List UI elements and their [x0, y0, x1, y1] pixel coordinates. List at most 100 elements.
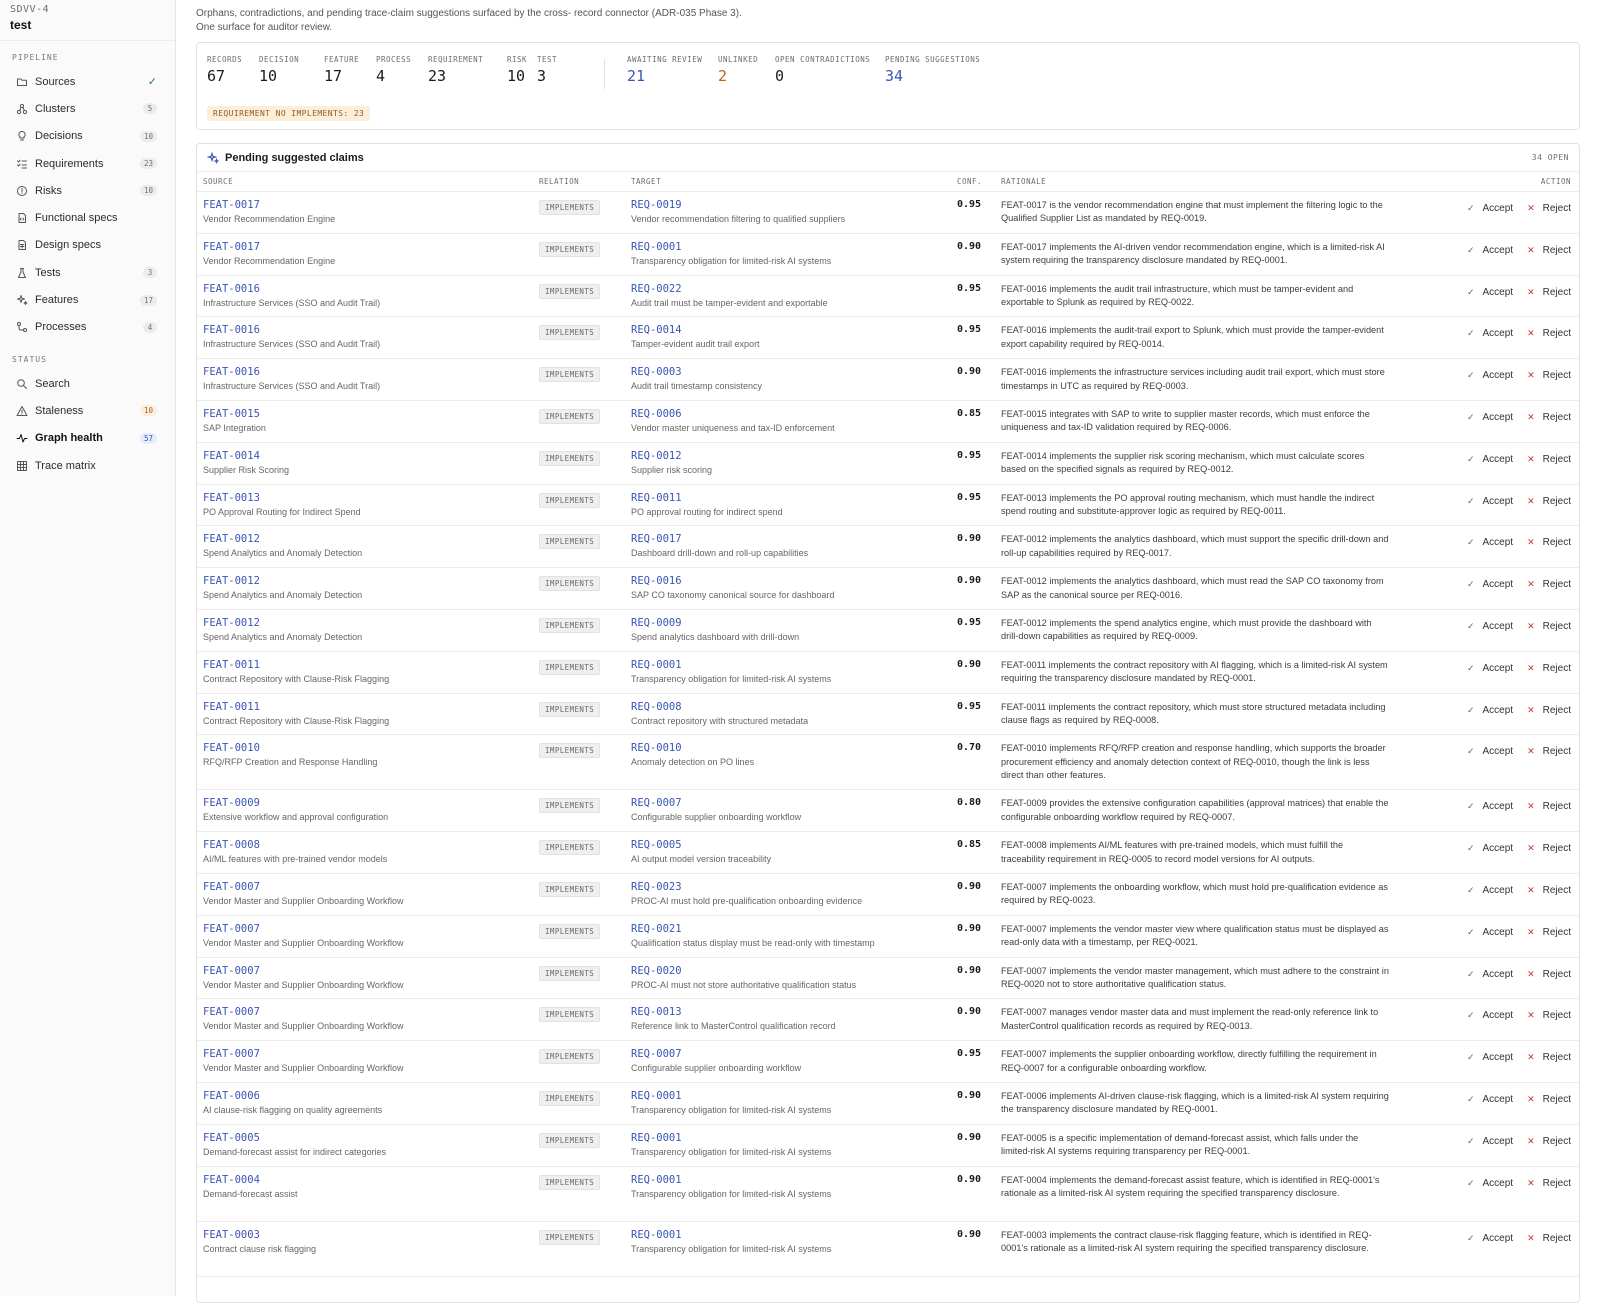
reject-button[interactable]: ✕ Reject: [1527, 537, 1571, 548]
target-link[interactable]: REQ-0001: [631, 241, 957, 253]
reject-button[interactable]: ✕ Reject: [1527, 1233, 1571, 1244]
reject-button[interactable]: ✕ Reject: [1527, 969, 1571, 980]
target-link[interactable]: REQ-0001: [631, 1132, 957, 1144]
target-link[interactable]: REQ-0017: [631, 533, 957, 545]
source-link[interactable]: FEAT-0012: [203, 533, 539, 545]
target-link[interactable]: REQ-0007: [631, 797, 957, 809]
source-link[interactable]: FEAT-0007: [203, 923, 539, 935]
target-link[interactable]: REQ-0023: [631, 881, 957, 893]
reject-button[interactable]: ✕ Reject: [1527, 203, 1571, 214]
reject-button[interactable]: ✕ Reject: [1527, 579, 1571, 590]
sidebar-item-processes[interactable]: Processes 4: [4, 314, 171, 341]
target-link[interactable]: REQ-0013: [631, 1006, 957, 1018]
sidebar-item-staleness[interactable]: Staleness 10: [4, 397, 171, 424]
accept-button[interactable]: ✓ Accept: [1467, 1010, 1513, 1021]
target-link[interactable]: REQ-0009: [631, 617, 957, 629]
target-link[interactable]: REQ-0003: [631, 366, 957, 378]
sidebar-item-functional-specs[interactable]: Functional specs: [4, 204, 171, 231]
accept-button[interactable]: ✓ Accept: [1467, 537, 1513, 548]
source-link[interactable]: FEAT-0007: [203, 1048, 539, 1060]
accept-button[interactable]: ✓ Accept: [1467, 496, 1513, 507]
accept-button[interactable]: ✓ Accept: [1467, 885, 1513, 896]
source-link[interactable]: FEAT-0016: [203, 283, 539, 295]
reject-button[interactable]: ✕ Reject: [1527, 287, 1571, 298]
sidebar-item-design-specs[interactable]: Design specs: [4, 232, 171, 259]
source-link[interactable]: FEAT-0012: [203, 575, 539, 587]
accept-button[interactable]: ✓ Accept: [1467, 969, 1513, 980]
target-link[interactable]: REQ-0006: [631, 408, 957, 420]
sidebar-item-tests[interactable]: Tests 3: [4, 259, 171, 286]
accept-button[interactable]: ✓ Accept: [1467, 287, 1513, 298]
sidebar-item-requirements[interactable]: Requirements 23: [4, 150, 171, 177]
source-link[interactable]: FEAT-0013: [203, 492, 539, 504]
reject-button[interactable]: ✕ Reject: [1527, 1010, 1571, 1021]
source-link[interactable]: FEAT-0007: [203, 881, 539, 893]
source-link[interactable]: FEAT-0016: [203, 324, 539, 336]
accept-button[interactable]: ✓ Accept: [1467, 1052, 1513, 1063]
sidebar-item-trace-matrix[interactable]: Trace matrix: [4, 452, 171, 479]
accept-button[interactable]: ✓ Accept: [1467, 843, 1513, 854]
reject-button[interactable]: ✕ Reject: [1527, 1136, 1571, 1147]
target-link[interactable]: REQ-0001: [631, 1090, 957, 1102]
source-link[interactable]: FEAT-0014: [203, 450, 539, 462]
reject-button[interactable]: ✕ Reject: [1527, 496, 1571, 507]
accept-button[interactable]: ✓ Accept: [1467, 746, 1513, 757]
accept-button[interactable]: ✓ Accept: [1467, 1178, 1513, 1189]
source-link[interactable]: FEAT-0007: [203, 965, 539, 977]
accept-button[interactable]: ✓ Accept: [1467, 927, 1513, 938]
accept-button[interactable]: ✓ Accept: [1467, 1233, 1513, 1244]
reject-button[interactable]: ✕ Reject: [1527, 705, 1571, 716]
accept-button[interactable]: ✓ Accept: [1467, 705, 1513, 716]
target-link[interactable]: REQ-0010: [631, 742, 957, 754]
source-link[interactable]: FEAT-0011: [203, 701, 539, 713]
target-link[interactable]: REQ-0007: [631, 1048, 957, 1060]
sidebar-item-decisions[interactable]: Decisions 10: [4, 123, 171, 150]
source-link[interactable]: FEAT-0016: [203, 366, 539, 378]
reject-button[interactable]: ✕ Reject: [1527, 885, 1571, 896]
target-link[interactable]: REQ-0011: [631, 492, 957, 504]
target-link[interactable]: REQ-0022: [631, 283, 957, 295]
target-link[interactable]: REQ-0014: [631, 324, 957, 336]
accept-button[interactable]: ✓ Accept: [1467, 245, 1513, 256]
target-link[interactable]: REQ-0001: [631, 1229, 957, 1241]
source-link[interactable]: FEAT-0015: [203, 408, 539, 420]
accept-button[interactable]: ✓ Accept: [1467, 1136, 1513, 1147]
accept-button[interactable]: ✓ Accept: [1467, 801, 1513, 812]
target-link[interactable]: REQ-0005: [631, 839, 957, 851]
source-link[interactable]: FEAT-0011: [203, 659, 539, 671]
reject-button[interactable]: ✕ Reject: [1527, 370, 1571, 381]
source-link[interactable]: FEAT-0005: [203, 1132, 539, 1144]
reject-button[interactable]: ✕ Reject: [1527, 1094, 1571, 1105]
reject-button[interactable]: ✕ Reject: [1527, 746, 1571, 757]
accept-button[interactable]: ✓ Accept: [1467, 1094, 1513, 1105]
accept-button[interactable]: ✓ Accept: [1467, 579, 1513, 590]
source-link[interactable]: FEAT-0004: [203, 1174, 539, 1186]
target-link[interactable]: REQ-0012: [631, 450, 957, 462]
reject-button[interactable]: ✕ Reject: [1527, 801, 1571, 812]
source-link[interactable]: FEAT-0010: [203, 742, 539, 754]
reject-button[interactable]: ✕ Reject: [1527, 412, 1571, 423]
source-link[interactable]: FEAT-0007: [203, 1006, 539, 1018]
accept-button[interactable]: ✓ Accept: [1467, 203, 1513, 214]
sidebar-item-features[interactable]: Features 17: [4, 286, 171, 313]
source-link[interactable]: FEAT-0012: [203, 617, 539, 629]
accept-button[interactable]: ✓ Accept: [1467, 412, 1513, 423]
source-link[interactable]: FEAT-0017: [203, 199, 539, 211]
reject-button[interactable]: ✕ Reject: [1527, 927, 1571, 938]
source-link[interactable]: FEAT-0017: [203, 241, 539, 253]
sidebar-item-sources[interactable]: Sources ✓: [4, 68, 171, 95]
target-link[interactable]: REQ-0019: [631, 199, 957, 211]
reject-button[interactable]: ✕ Reject: [1527, 1052, 1571, 1063]
source-link[interactable]: FEAT-0009: [203, 797, 539, 809]
target-link[interactable]: REQ-0001: [631, 659, 957, 671]
source-link[interactable]: FEAT-0006: [203, 1090, 539, 1102]
target-link[interactable]: REQ-0008: [631, 701, 957, 713]
reject-button[interactable]: ✕ Reject: [1527, 245, 1571, 256]
sidebar-item-clusters[interactable]: Clusters 5: [4, 95, 171, 122]
accept-button[interactable]: ✓ Accept: [1467, 621, 1513, 632]
reject-button[interactable]: ✕ Reject: [1527, 663, 1571, 674]
sidebar-item-risks[interactable]: Risks 10: [4, 177, 171, 204]
reject-button[interactable]: ✕ Reject: [1527, 1178, 1571, 1189]
target-link[interactable]: REQ-0021: [631, 923, 957, 935]
accept-button[interactable]: ✓ Accept: [1467, 370, 1513, 381]
